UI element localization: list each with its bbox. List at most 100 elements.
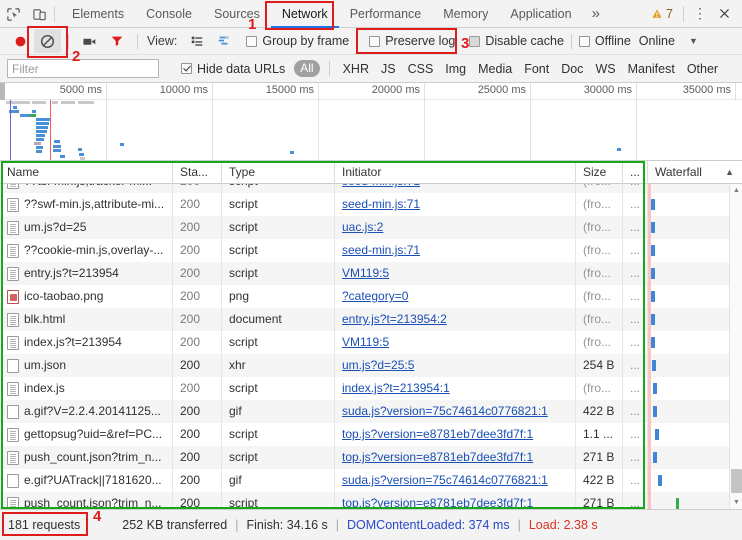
kebab-menu-icon[interactable]: ⋮	[690, 3, 710, 25]
cell-status: 200	[173, 193, 222, 216]
table-row[interactable]: push_count.json?trim_n...200scripttop.js…	[0, 492, 742, 509]
tab-console[interactable]: Console	[135, 0, 203, 28]
ruler-tick	[735, 83, 736, 100]
column-header-overflow[interactable]: ...	[623, 161, 648, 184]
hide-data-urls-box[interactable]	[181, 63, 192, 74]
column-header-waterfall[interactable]: Waterfall ▲	[648, 161, 742, 184]
table-row[interactable]: ico-taobao.png200png?category=0(fro.....…	[0, 285, 742, 308]
initiator-link[interactable]: index.js?t=213954:1	[342, 381, 450, 395]
scroll-down-icon[interactable]: ▼	[730, 496, 742, 509]
overview-grab-handle[interactable]	[0, 83, 5, 100]
capture-screenshots-button[interactable]	[76, 29, 103, 53]
initiator-link[interactable]: VM119:5	[342, 335, 389, 349]
tab-sources[interactable]: Sources	[203, 0, 271, 28]
tab-performance[interactable]: Performance	[339, 0, 433, 28]
filter-type-manifest[interactable]: Manifest	[622, 62, 681, 76]
clear-button[interactable]	[34, 29, 61, 53]
filter-input[interactable]	[7, 59, 159, 78]
overview-bar	[13, 106, 17, 109]
cell-overflow: ...	[623, 239, 648, 262]
filter-type-media[interactable]: Media	[472, 62, 518, 76]
initiator-link[interactable]: suda.js?version=75c74614c0776821:1	[342, 473, 548, 487]
column-header-status[interactable]: Sta...	[173, 161, 222, 184]
preserve-log-checkbox[interactable]: Preserve log	[369, 34, 455, 48]
cell-name: blk.html	[0, 308, 173, 331]
script-file-icon	[7, 336, 19, 350]
offline-box[interactable]	[579, 36, 590, 47]
initiator-link[interactable]: seed-min.js:71	[342, 243, 420, 257]
filter-type-other[interactable]: Other	[681, 62, 724, 76]
initiator-link[interactable]: suda.js?version=75c74614c0776821:1	[342, 404, 548, 418]
device-toolbar-icon[interactable]	[26, 0, 52, 28]
filter-type-font[interactable]: Font	[518, 62, 555, 76]
initiator-link[interactable]: seed-min.js:71	[342, 184, 420, 188]
filter-type-js[interactable]: JS	[375, 62, 402, 76]
large-rows-view-button[interactable]	[183, 29, 210, 53]
cell-overflow: ...	[623, 216, 648, 239]
table-row[interactable]: ??tbl-min.js,tracker-mi...200scriptseed-…	[0, 184, 742, 193]
network-filter-bar: Hide data URLs All XHR JS CSS Img Media …	[0, 55, 742, 83]
initiator-link[interactable]: seed-min.js:71	[342, 197, 420, 211]
scrollbar-thumb[interactable]	[731, 469, 742, 493]
initiator-link[interactable]: top.js?version=e8781eb7dee3fd7f:1	[342, 427, 533, 441]
initiator-link[interactable]: top.js?version=e8781eb7dee3fd7f:1	[342, 496, 533, 509]
cell-size: 422 B	[576, 400, 623, 423]
table-row[interactable]: gettopsug?uid=&ref=PC...200scripttop.js?…	[0, 423, 742, 446]
cell-size: (fro...	[576, 239, 623, 262]
table-row[interactable]: index.js?t=213954200scriptVM119:5(fro...…	[0, 331, 742, 354]
tab-application[interactable]: Application	[499, 0, 582, 28]
tab-memory[interactable]: Memory	[432, 0, 499, 28]
initiator-link[interactable]: ?category=0	[342, 289, 408, 303]
hide-data-urls-checkbox[interactable]: Hide data URLs	[181, 62, 285, 76]
initiator-link[interactable]: um.js?d=25:5	[342, 358, 414, 372]
filter-type-xhr[interactable]: XHR	[337, 62, 375, 76]
inspect-element-icon[interactable]	[0, 0, 26, 28]
table-vertical-scrollbar[interactable]: ▲ ▼	[729, 184, 742, 509]
throttling-value[interactable]: Online	[639, 34, 675, 48]
ruler-tick	[424, 83, 425, 161]
column-header-type[interactable]: Type	[222, 161, 335, 184]
filter-type-img[interactable]: Img	[439, 62, 472, 76]
table-row[interactable]: um.js?d=25200scriptuac.js:2(fro......	[0, 216, 742, 239]
record-button[interactable]	[7, 29, 34, 53]
warning-badge[interactable]: 7	[647, 7, 677, 21]
requests-count: 181 requests	[8, 518, 80, 532]
table-body[interactable]: ??tbl-min.js,tracker-mi...200scriptseed-…	[0, 184, 742, 509]
column-header-size[interactable]: Size	[576, 161, 623, 184]
filter-type-all[interactable]: All	[294, 60, 319, 77]
column-header-name[interactable]: Name	[0, 161, 173, 184]
group-by-frame-box[interactable]	[246, 36, 257, 47]
offline-checkbox[interactable]: Offline	[579, 34, 631, 48]
initiator-link[interactable]: entry.js?t=213954:2	[342, 312, 447, 326]
scroll-up-icon[interactable]: ▲	[730, 184, 742, 197]
tab-elements[interactable]: Elements	[61, 0, 135, 28]
table-row[interactable]: ??swf-min.js,attribute-mi...200scriptsee…	[0, 193, 742, 216]
preserve-log-box[interactable]	[369, 36, 380, 47]
table-row[interactable]: index.js200scriptindex.js?t=213954:1(fro…	[0, 377, 742, 400]
network-overview[interactable]: 5000 ms 10000 ms 15000 ms 20000 ms 25000…	[0, 83, 742, 161]
table-row[interactable]: um.json200xhrum.js?d=25:5254 B...	[0, 354, 742, 377]
table-row[interactable]: ??cookie-min.js,overlay-...200scriptseed…	[0, 239, 742, 262]
table-row[interactable]: entry.js?t=213954200scriptVM119:5(fro...…	[0, 262, 742, 285]
table-row[interactable]: a.gif?V=2.2.4.20141125...200gifsuda.js?v…	[0, 400, 742, 423]
column-header-initiator[interactable]: Initiator	[335, 161, 576, 184]
filter-button[interactable]	[103, 29, 130, 53]
more-tabs-icon[interactable]: »	[583, 0, 609, 28]
filter-type-ws[interactable]: WS	[589, 62, 621, 76]
initiator-link[interactable]: uac.js:2	[342, 220, 383, 234]
table-row[interactable]: e.gif?UATrack||7181620...200gifsuda.js?v…	[0, 469, 742, 492]
initiator-link[interactable]: top.js?version=e8781eb7dee3fd7f:1	[342, 450, 533, 464]
waterfall-view-button[interactable]	[210, 29, 237, 53]
filter-type-doc[interactable]: Doc	[555, 62, 589, 76]
close-icon[interactable]	[712, 3, 736, 25]
table-row[interactable]: push_count.json?trim_n...200scripttop.js…	[0, 446, 742, 469]
filter-type-css[interactable]: CSS	[402, 62, 440, 76]
cell-initiator: VM119:5	[335, 262, 576, 285]
table-row[interactable]: blk.html200documententry.js?t=213954:2(f…	[0, 308, 742, 331]
tab-network[interactable]: Network	[271, 0, 339, 28]
group-by-frame-checkbox[interactable]: Group by frame	[246, 34, 349, 48]
chevron-down-icon[interactable]: ▼	[689, 36, 698, 46]
disable-cache-box[interactable]	[469, 36, 480, 47]
disable-cache-checkbox[interactable]: Disable cache	[469, 34, 564, 48]
initiator-link[interactable]: VM119:5	[342, 266, 389, 280]
